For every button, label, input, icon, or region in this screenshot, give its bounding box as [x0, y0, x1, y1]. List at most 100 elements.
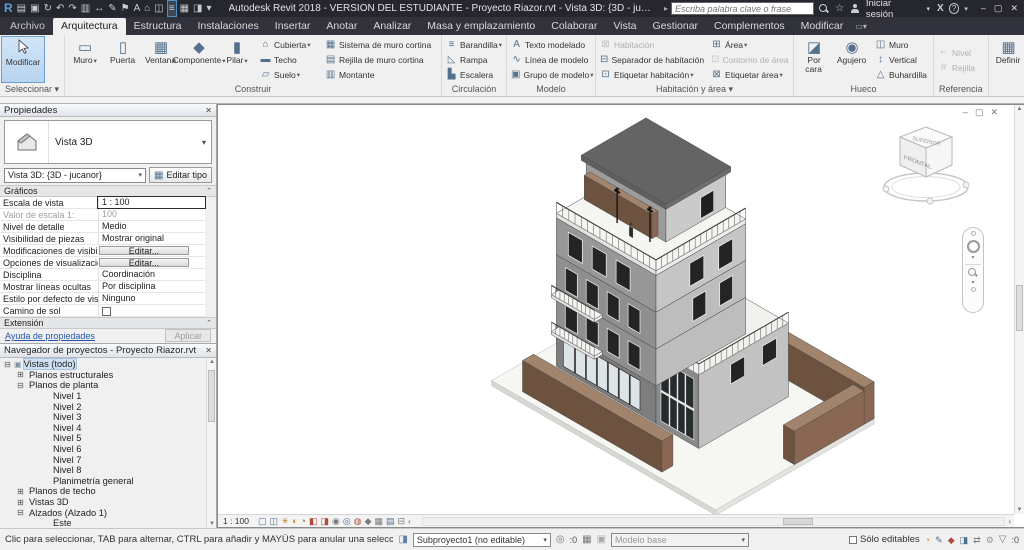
sign-in-dropdown-icon[interactable]: ▾: [927, 5, 931, 13]
rendering-icon[interactable]: ◔: [301, 515, 306, 527]
favorites-star-icon[interactable]: ☆: [835, 3, 844, 14]
properties-header[interactable]: Propiedades ✕: [0, 104, 216, 117]
tree-expander-icon[interactable]: ⊟: [3, 360, 12, 369]
view-close-icon[interactable]: ✕: [990, 107, 998, 118]
property-row[interactable]: Camino de sol: [0, 305, 205, 317]
ribbon-tab[interactable]: Anotar: [318, 18, 365, 35]
ribbon-tab[interactable]: Instalaciones: [190, 18, 267, 35]
redo-icon[interactable]: ↷: [68, 1, 76, 16]
print-icon[interactable]: ▥: [81, 1, 90, 16]
ribbon-tab[interactable]: Arquitectura: [53, 18, 126, 35]
properties-help-link[interactable]: Ayuda de propiedades: [5, 331, 95, 341]
steering-wheel-icon[interactable]: [967, 240, 980, 253]
constraints-icon[interactable]: ⊟: [398, 515, 406, 527]
viewbar-collapse-icon[interactable]: ‹: [408, 517, 411, 526]
title-expand-icon[interactable]: ▸: [664, 4, 668, 13]
design-options-icon[interactable]: ▦: [582, 534, 591, 545]
canvas-vertical-scrollbar[interactable]: ▲ ▼: [1014, 105, 1024, 514]
room-separator-button[interactable]: ⊟ Separador de habitación: [597, 52, 707, 67]
tree-item[interactable]: ⊟ Alzados (Alzado 1): [0, 507, 216, 518]
qat-dropdown-icon[interactable]: ▾: [206, 1, 211, 16]
default-3d-view-icon[interactable]: ⌂: [144, 1, 150, 16]
temporary-hide-icon[interactable]: ◎: [343, 515, 351, 527]
section-extension[interactable]: Extensión ⌃: [0, 317, 216, 329]
curtain-grid-button[interactable]: ▤ Rejilla de muro cortina: [322, 52, 440, 67]
browser-scrollbar[interactable]: ▲ ▼: [206, 358, 216, 528]
close-hidden-icon[interactable]: ▦: [180, 1, 189, 16]
modify-button[interactable]: Modificar: [1, 36, 45, 83]
measure-icon[interactable]: ↔: [94, 1, 104, 16]
settings-icon[interactable]: ⚙: [986, 534, 994, 546]
worksets-icon[interactable]: ◨: [398, 534, 407, 545]
panel-label-seleccionar[interactable]: Seleccionar ▾: [1, 83, 63, 96]
editing-requests-icon[interactable]: ◎: [556, 534, 565, 545]
tree-expander-icon[interactable]: [40, 455, 49, 464]
properties-close-icon[interactable]: ✕: [205, 106, 212, 115]
minimize-icon[interactable]: –: [981, 1, 986, 16]
tree-expander-icon[interactable]: ⊟: [16, 381, 25, 390]
ribbon-tab[interactable]: Gestionar: [645, 18, 707, 35]
ribbon-tab[interactable]: Colaborar: [543, 18, 605, 35]
crop-view-icon[interactable]: ▢: [258, 515, 267, 527]
3d-model-view[interactable]: [218, 105, 1014, 514]
door-button[interactable]: ▯ Puerta: [104, 36, 142, 83]
tree-expander-icon[interactable]: [40, 445, 49, 454]
type-selector-dropdown-icon[interactable]: ▾: [197, 138, 211, 147]
sync-icon[interactable]: ↻: [44, 1, 52, 16]
wheel-dropdown-icon[interactable]: ▾: [971, 254, 974, 261]
ramp-button[interactable]: ◺ Rampa: [443, 52, 505, 67]
worksharing-display-icon[interactable]: ◆: [365, 515, 372, 527]
panel-display-toggle-icon[interactable]: ▭▾: [855, 22, 867, 31]
open-icon[interactable]: ▤: [17, 1, 26, 16]
ribbon-tab[interactable]: Modificar: [793, 18, 852, 35]
help-search-box[interactable]: [671, 2, 814, 15]
show-crop-icon[interactable]: ◨: [321, 515, 330, 527]
analytical-icon[interactable]: ▤: [386, 515, 395, 527]
stair-button[interactable]: ▙ Escalera: [443, 67, 505, 82]
curtain-system-button[interactable]: ▦ Sistema de muro cortina: [322, 37, 440, 52]
tag-icon[interactable]: ⚑: [121, 1, 130, 16]
ribbon-tab[interactable]: Analizar: [365, 18, 419, 35]
close-icon[interactable]: ✕: [1010, 1, 1018, 16]
tree-item[interactable]: Nivel 6: [0, 444, 216, 455]
wall-opening-button[interactable]: ◫ Muro: [872, 37, 932, 52]
property-row[interactable]: Valor de escala 1: 100: [0, 209, 205, 221]
navigation-bar[interactable]: ▾ ▾: [962, 227, 984, 313]
mullion-button[interactable]: ▥ Montante: [322, 67, 440, 82]
save-icon[interactable]: ▣: [30, 1, 39, 16]
select-by-face-icon[interactable]: ◨: [960, 534, 969, 546]
design-option-dropdown[interactable]: Modelo base▾: [611, 533, 749, 547]
section-graficos[interactable]: Gráficos ⌃: [0, 185, 216, 197]
vertical-opening-button[interactable]: ↕ Vertical: [872, 52, 932, 67]
property-row[interactable]: Visibilidad de piezas Mostrar original: [0, 233, 205, 245]
railing-button[interactable]: ≡ Barandilla ▾: [443, 37, 505, 52]
tree-item[interactable]: Nivel 7: [0, 454, 216, 465]
account-icon[interactable]: [851, 4, 859, 13]
scrollbar-thumb[interactable]: [1016, 285, 1023, 331]
tag-room-button[interactable]: ⊡ Etiquetar habitación ▾: [597, 67, 707, 82]
ribbon-tab[interactable]: Archivo: [2, 18, 53, 35]
workset-dropdown[interactable]: Subproyecto1 (no editable)▾: [413, 533, 551, 547]
tree-item[interactable]: Nivel 3: [0, 412, 216, 423]
property-row[interactable]: Escala de vista 1 : 100: [0, 197, 205, 209]
select-underlay-icon[interactable]: ✎: [935, 534, 943, 546]
ribbon-tab[interactable]: Vista: [605, 18, 644, 35]
revit-logo[interactable]: R: [4, 1, 13, 16]
tree-item[interactable]: ⊞ Planos de techo: [0, 486, 216, 497]
view-minimize-icon[interactable]: –: [963, 107, 968, 118]
temporary-view-icon[interactable]: ▦: [375, 515, 384, 527]
property-row[interactable]: Estilo por defecto de vis... Ninguno: [0, 293, 205, 305]
wall-button[interactable]: ▭ Muro▾: [66, 36, 104, 83]
tree-expander-icon[interactable]: ⊞: [16, 498, 25, 507]
sign-in-button[interactable]: Iniciar sesión: [866, 0, 920, 20]
floor-button[interactable]: ▱ Suelo ▾: [257, 67, 321, 82]
panel-label-habitacion[interactable]: Habitación y área ▾: [597, 83, 792, 96]
opening-by-face-button[interactable]: ◪ Por cara: [795, 36, 833, 83]
property-row[interactable]: Nivel de detalle Medio: [0, 221, 205, 233]
select-pinned-icon[interactable]: ◆: [948, 534, 955, 546]
dormer-button[interactable]: △ Buhardilla: [872, 67, 932, 82]
tree-item[interactable]: Nivel 2: [0, 401, 216, 412]
model-text-button[interactable]: A Texto modelado: [508, 37, 594, 52]
editable-only-checkbox[interactable]: Sólo editables: [849, 534, 920, 545]
text-icon[interactable]: A: [134, 1, 141, 16]
